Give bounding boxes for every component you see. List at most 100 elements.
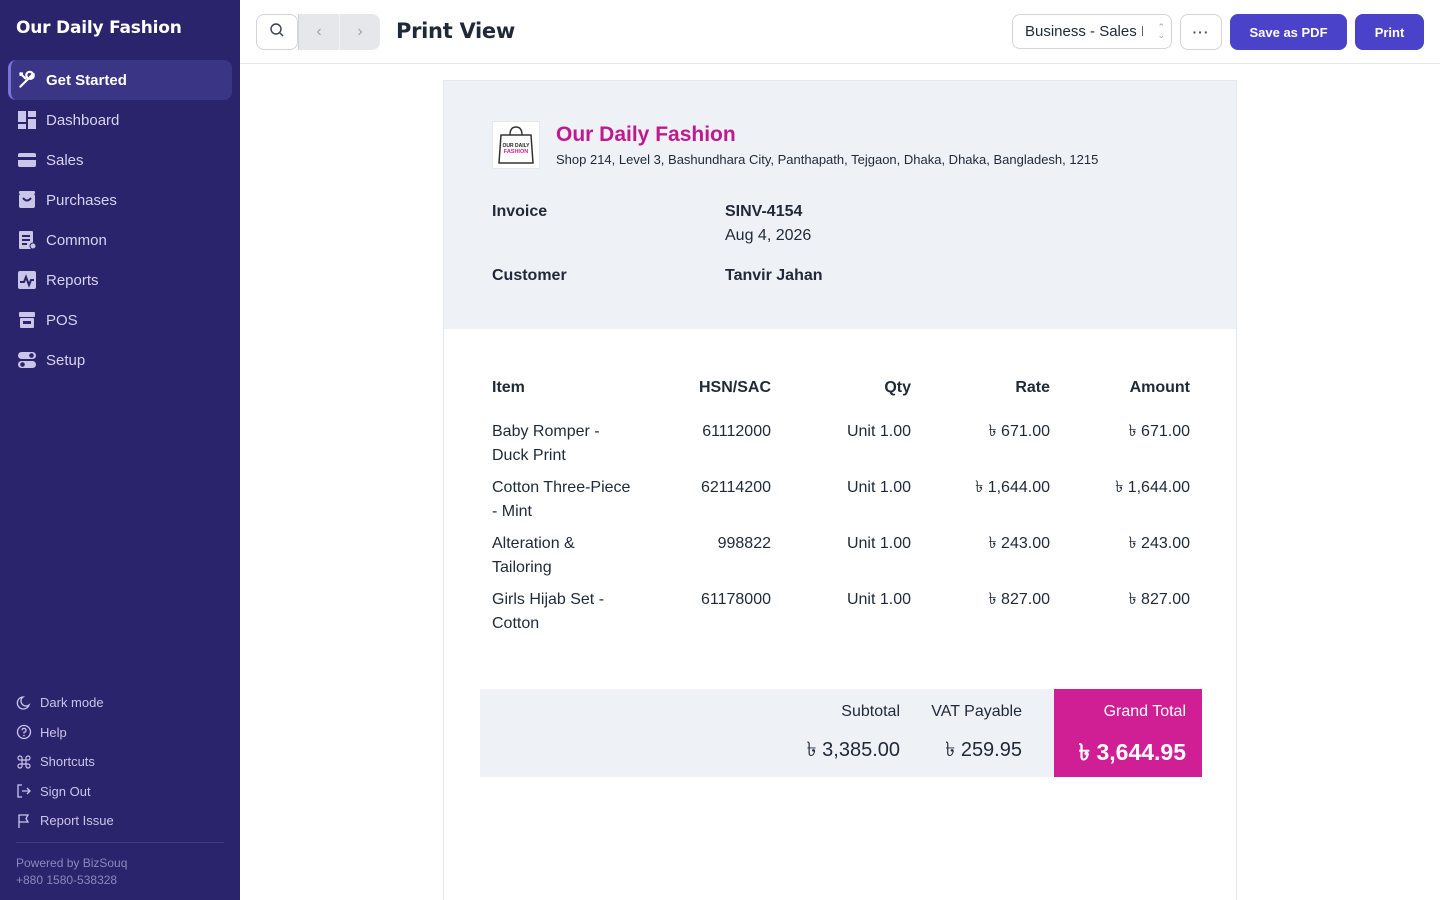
pos-icon [16,309,38,331]
sidebar-item-label: Common [46,231,107,249]
save-as-pdf-button[interactable]: Save as PDF [1230,14,1347,50]
top-bar: ‹ › Print View Business - Sales Invoice … [240,0,1440,64]
invoice-date: Aug 4, 2026 [725,227,812,244]
command-icon [16,754,32,770]
sidebar: Our Daily Fashion Get Started Dashboard … [0,0,240,900]
svg-text:FASHION: FASHION [504,149,528,155]
chevron-left-icon: ‹ [316,23,322,40]
totals-panel: Subtotal ৳ 3,385.00 VAT Payable ৳ 259.95… [480,689,1202,777]
sidebar-item-label: Sales [46,151,84,169]
table-row-hsn: 61178000 [701,591,771,608]
powered-by: Powered by BizSouq +880 1580-538328 [16,855,127,889]
print-button[interactable]: Print [1355,14,1424,50]
vat-value: ৳ 259.95 [945,739,1022,761]
grand-total-box: Grand Total ৳ 3,644.95 [1054,689,1202,777]
flag-icon [16,813,32,829]
search-icon [269,22,285,43]
sidebar-item-dashboard[interactable]: Dashboard [8,100,232,140]
sidebar-item-common[interactable]: Common [8,220,232,260]
select-caret-icon: ⌃ ⌄ [1157,22,1165,40]
table-row-rate: ৳ 1,644.00 [975,479,1050,496]
search-button[interactable] [256,14,298,50]
reports-icon [16,269,38,291]
history-nav: ‹ › [298,14,380,50]
dark-mode-label: Dark mode [40,695,104,711]
purchases-icon [16,189,38,211]
table-row-hsn: 998822 [717,535,771,552]
sidebar-bottom-links: Dark mode Help Shortcuts Sign Out Report… [16,688,226,836]
invoice-header: OUR DAILY FASHION Our Daily Fashion Shop… [444,81,1236,329]
dark-mode-toggle[interactable]: Dark mode [16,688,226,718]
forward-button[interactable]: › [339,14,380,50]
print-template-select[interactable]: Business - Sales Invoice ⌃⌄ [1012,14,1172,49]
invoice-document: OUR DAILY FASHION Our Daily Fashion Shop… [443,80,1237,900]
table-row-qty: Unit 1.00 [846,479,911,496]
moon-icon [16,695,32,711]
table-row-amount: ৳ 827.00 [1128,591,1190,608]
sidebar-item-purchases[interactable]: Purchases [8,180,232,220]
table-row-item: Baby Romper - Duck Print [492,423,600,464]
help-icon [16,724,32,740]
app-title: Our Daily Fashion [16,18,182,38]
company-address: Shop 214, Level 3, Bashundhara City, Pan… [556,152,1099,167]
customer-name: Tanvir Jahan [725,267,823,284]
table-row-hsn: 61112000 [702,423,771,440]
subtotal-label: Subtotal [841,703,900,720]
tools-icon [16,69,38,91]
table-row-item: Girls Hijab Set - Cotton [492,591,605,632]
sidebar-item-reports[interactable]: Reports [8,260,232,300]
invoice-label: Invoice [492,203,548,220]
invoice-number: SINV-4154 [725,203,803,220]
customer-label: Customer [492,267,567,284]
grand-total-value: ৳ 3,644.95 [1078,739,1186,765]
sidebar-item-sales[interactable]: Sales [8,140,232,180]
dashboard-icon [16,109,38,131]
back-button[interactable]: ‹ [298,14,339,50]
shortcuts-label: Shortcuts [40,754,95,770]
table-row-rate: ৳ 827.00 [988,591,1050,608]
more-options-button[interactable]: ··· [1180,14,1222,50]
table-row-qty: Unit 1.00 [846,423,911,440]
sales-icon [16,149,38,171]
sidebar-item-label: Setup [46,351,86,369]
column-header-qty: Qty [884,379,911,396]
column-header-item: Item [492,379,525,396]
page-title: Print View [396,19,515,43]
sidebar-nav: Get Started Dashboard Sales Purchases Co… [8,60,232,380]
setup-icon [16,349,38,371]
sidebar-item-pos[interactable]: POS [8,300,232,340]
sidebar-item-label: Dashboard [46,111,120,129]
company-logo: OUR DAILY FASHION [492,121,540,169]
sidebar-divider [16,842,224,843]
sign-out-link[interactable]: Sign Out [16,777,226,807]
table-row-amount: ৳ 243.00 [1128,535,1190,552]
table-row-amount: ৳ 671.00 [1128,423,1190,440]
column-header-hsn: HSN/SAC [698,379,771,396]
column-header-amount: Amount [1129,379,1190,396]
report-issue-link[interactable]: Report Issue [16,806,226,836]
vat-label: VAT Payable [931,703,1022,720]
sidebar-item-label: Reports [46,271,99,289]
table-row-qty: Unit 1.00 [846,535,911,552]
table-row-qty: Unit 1.00 [846,591,911,608]
shortcuts-link[interactable]: Shortcuts [16,747,226,777]
help-link[interactable]: Help [16,718,226,748]
sidebar-item-label: Get Started [46,71,127,89]
table-row-amount: ৳ 1,644.00 [1115,479,1190,496]
print-template-value: Business - Sales Invoice [1025,23,1143,40]
powered-by-text: Powered by BizSouq [16,856,128,870]
sidebar-item-setup[interactable]: Setup [8,340,232,380]
more-options-icon: ··· [1192,24,1210,40]
help-label: Help [40,724,67,740]
sidebar-item-label: POS [46,311,78,329]
grand-total-label: Grand Total [1103,703,1186,720]
sidebar-item-get-started[interactable]: Get Started [8,60,232,100]
table-row-rate: ৳ 671.00 [988,423,1050,440]
chevron-right-icon: › [357,23,363,40]
table-row-hsn: 62114200 [701,479,771,496]
sign-out-label: Sign Out [40,783,91,799]
sign-out-icon [16,783,32,799]
subtotal-value: ৳ 3,385.00 [806,739,900,761]
table-row-rate: ৳ 243.00 [988,535,1050,552]
common-icon [16,229,38,251]
